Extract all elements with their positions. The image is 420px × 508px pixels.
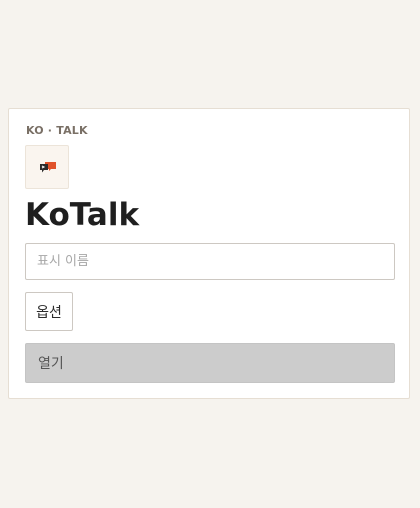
options-button[interactable]: 옵션: [25, 292, 73, 331]
login-card: KO · TALK KoTalk 옵션 열기: [8, 108, 410, 399]
open-button[interactable]: 열기: [25, 343, 395, 383]
chat-bubbles-icon: [40, 162, 56, 173]
display-name-input[interactable]: [25, 243, 395, 280]
app-title: KoTalk: [25, 197, 140, 233]
brand-eyebrow: KO · TALK: [26, 124, 88, 137]
app-logo: [25, 145, 69, 189]
